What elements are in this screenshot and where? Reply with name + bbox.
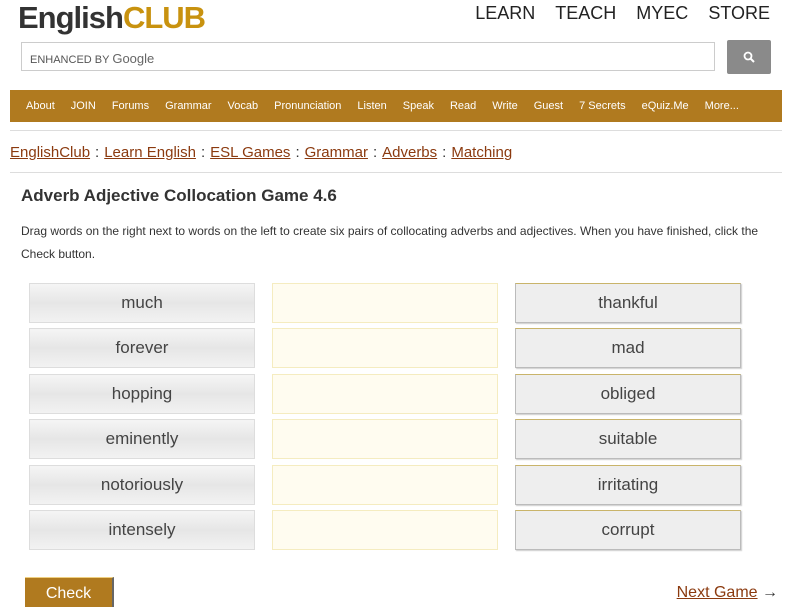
adjective-tile[interactable]: thankful [515,283,741,323]
breadcrumb: EnglishClub: Learn English: ESL Games: Gram… [10,144,512,161]
instructions: Drag words on the right next to words on… [21,224,759,261]
breadcrumb-link[interactable]: Matching [451,144,512,161]
breadcrumb-link[interactable]: Learn English [104,144,196,161]
nav-item[interactable]: Pronunciation [274,100,341,112]
drop-slot[interactable] [272,464,498,505]
drop-slot[interactable] [272,419,498,460]
nav-item[interactable]: Grammar [165,100,211,112]
adjective-tile[interactable]: mad [515,328,741,369]
nav-item[interactable]: Guest [534,100,563,112]
breadcrumb-separator: : [372,144,378,161]
breadcrumb-link[interactable]: Grammar [305,144,368,161]
nav-item[interactable]: Vocab [228,100,259,112]
nav-item[interactable]: Write [492,100,517,112]
breadcrumb-separator: : [295,144,300,161]
nav-item[interactable]: JOIN [71,100,96,112]
breadcrumb-separator: : [95,144,100,161]
divider [10,130,782,131]
drop-slot[interactable] [272,328,498,369]
arrow-right-icon: → [762,584,778,601]
nav-item[interactable]: Listen [357,100,386,112]
breadcrumb-link[interactable]: EnglishClub [10,144,90,161]
adverb-tile[interactable]: eminently [29,419,255,460]
topnav-learn[interactable]: LEARN [475,3,535,24]
nav-item[interactable]: eQuiz.Me [642,100,689,112]
adverb-tile[interactable]: notoriously [29,464,255,505]
search-icon [743,51,755,63]
nav-item[interactable]: About [26,100,55,112]
check-button[interactable]: Check [25,577,114,607]
drop-slot[interactable] [272,510,498,550]
nav-item[interactable]: Forums [112,100,149,112]
adverb-tile[interactable]: much [29,283,255,323]
adverb-tile[interactable]: forever [29,328,255,369]
topnav-teach[interactable]: TEACH [555,3,616,24]
adverb-tile[interactable]: intensely [29,510,255,550]
breadcrumb-separator: : [200,144,206,161]
nav-item[interactable]: 7 Secrets [579,100,625,112]
search-input[interactable]: ENHANCED BY Google [21,42,715,71]
adverb-tile[interactable]: hopping [29,373,255,414]
drop-slot[interactable] [272,373,498,414]
breadcrumb-separator: : [442,144,447,161]
adjective-tile[interactable]: obliged [515,373,741,414]
search-button[interactable] [727,40,771,74]
nav-item[interactable]: Speak [403,100,434,112]
nav-item[interactable]: More... [705,100,739,112]
topnav-myec[interactable]: MYEC [636,3,688,24]
topnav-store[interactable]: STORE [708,3,770,24]
adjective-tile[interactable]: corrupt [515,510,741,550]
next-game-link[interactable]: Next Game [677,584,758,601]
adjective-tile[interactable]: irritating [515,464,741,505]
page-title: Adverb Adjective Collocation Game 4.6 [21,186,337,205]
englishclub-logo[interactable]: EnglishCLUB [18,0,206,36]
nav-item[interactable]: Read [450,100,476,112]
divider [10,172,782,173]
breadcrumb-link[interactable]: ESL Games [210,144,290,161]
top-nav: LEARN TEACH MYEC STORE [475,3,770,24]
breadcrumb-link[interactable]: Adverbs [382,144,437,161]
drop-slot[interactable] [272,283,498,323]
next-game: Next Game → [677,584,778,602]
adjective-tile[interactable]: suitable [515,419,741,460]
main-nav: About JOIN Forums Grammar Vocab Pronunciation… [10,90,782,122]
